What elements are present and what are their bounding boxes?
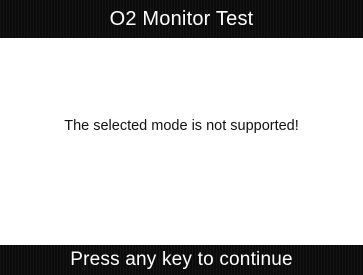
status-message: The selected mode is not supported! xyxy=(64,118,299,134)
scan-tool-screen: O2 Monitor Test The selected mode is not… xyxy=(0,0,363,275)
continue-prompt-bar[interactable]: Press any key to continue xyxy=(0,245,363,275)
title-bar: O2 Monitor Test xyxy=(0,0,363,38)
continue-prompt[interactable]: Press any key to continue xyxy=(70,249,293,271)
screen-title: O2 Monitor Test xyxy=(109,7,254,30)
message-area: The selected mode is not supported! xyxy=(0,38,363,245)
